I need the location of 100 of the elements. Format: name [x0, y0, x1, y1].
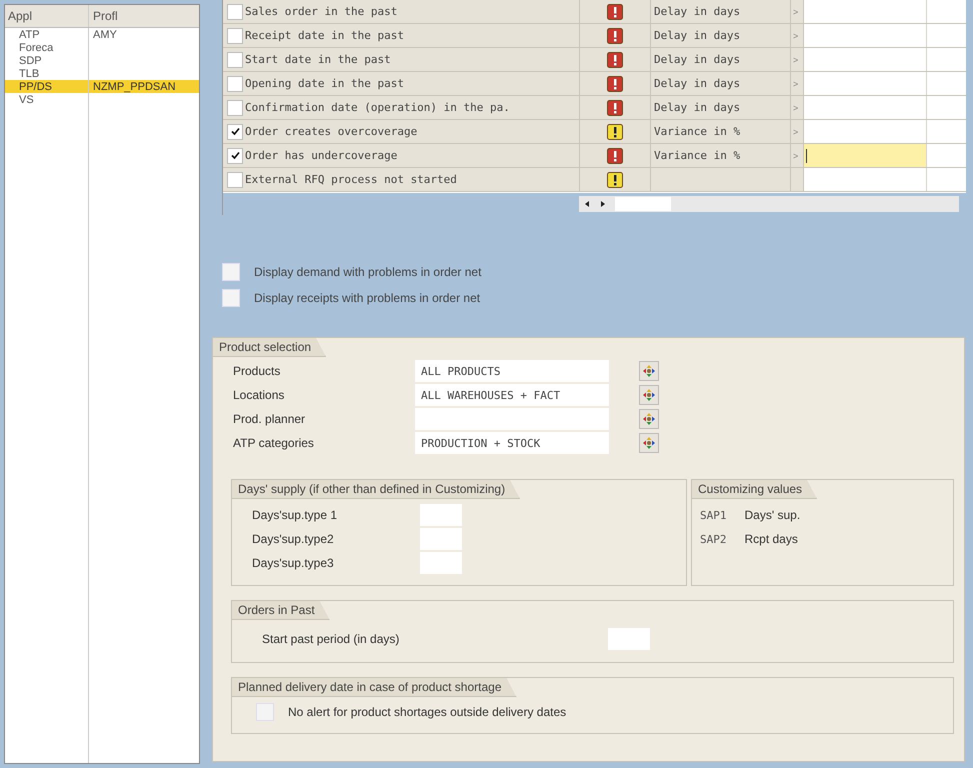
profile-row[interactable]: SDP: [5, 54, 199, 67]
arrows-icon: [642, 388, 656, 402]
operator-text: >: [792, 6, 798, 16]
column-header: Profl: [92, 8, 119, 25]
error-icon: [607, 4, 623, 20]
value-input[interactable]: [804, 48, 927, 71]
checkbox[interactable]: [227, 100, 243, 116]
multiple-selection-button[interactable]: [639, 409, 659, 429]
operator-text: >: [792, 54, 798, 64]
value-input[interactable]: [804, 24, 927, 47]
table-cell: [927, 144, 966, 167]
checkbox[interactable]: [227, 4, 243, 20]
value-input[interactable]: [804, 96, 927, 119]
option-label: Display receipts with problems in order net: [254, 291, 480, 305]
field-label: Days'sup.type3: [252, 556, 335, 570]
input-field[interactable]: [420, 504, 462, 526]
table-cell: [927, 48, 966, 71]
option-label: No alert for product shortages outside delivery dates: [288, 705, 566, 719]
profile-row[interactable]: ATP AMY: [5, 28, 199, 41]
alert-label: Opening date in the past: [245, 77, 404, 90]
checkbox[interactable]: [227, 76, 243, 92]
field-label: Products: [233, 364, 282, 378]
field-label: Locations: [233, 388, 286, 402]
criterion-text: Delay in days: [654, 101, 740, 114]
input-field[interactable]: ALL WAREHOUSES + FACT: [415, 384, 609, 406]
table-cell: [927, 72, 966, 95]
input-field[interactable]: ALL PRODUCTS: [415, 360, 609, 382]
table-cell: [927, 0, 966, 23]
error-icon: [607, 100, 623, 116]
alert-label: Sales order in the past: [245, 5, 398, 18]
group-title: Customizing values: [692, 480, 818, 499]
option-label: Display demand with problems in order net: [254, 265, 482, 279]
alert-label: Order creates overcoverage: [245, 125, 418, 138]
criterion-text: Delay in days: [654, 5, 740, 18]
criterion-text: Variance in %: [654, 125, 740, 138]
criterion-text: Delay in days: [654, 53, 740, 66]
scroll-left-icon[interactable]: [583, 200, 591, 208]
code-text: SAP1: [700, 508, 726, 522]
alert-label: Receipt date in the past: [245, 29, 404, 42]
error-icon: [607, 148, 623, 164]
value-text: Days' sup.: [744, 508, 800, 522]
input-field[interactable]: [420, 528, 462, 550]
input-field[interactable]: PRODUCTION + STOCK: [415, 432, 609, 454]
scroll-right-icon[interactable]: [599, 200, 607, 208]
checkbox[interactable]: [222, 263, 240, 281]
table-cell: [927, 24, 966, 47]
check-icon: [230, 151, 240, 160]
field-label: Prod. planner: [233, 412, 306, 426]
scroll-thumb[interactable]: [615, 197, 671, 211]
input-field[interactable]: [420, 552, 462, 574]
operator-text: >: [792, 102, 798, 112]
error-icon: [607, 28, 623, 44]
table-cell: [927, 96, 966, 119]
alert-label: Confirmation date (operation) in the pa.: [245, 101, 510, 114]
checkbox[interactable]: [227, 148, 243, 164]
group-title: Product selection: [213, 338, 326, 357]
value-input[interactable]: [804, 168, 927, 191]
warning-icon: [607, 172, 623, 188]
checkbox[interactable]: [227, 124, 243, 140]
checkbox[interactable]: [227, 52, 243, 68]
checkbox[interactable]: [227, 28, 243, 44]
operator-text: >: [792, 78, 798, 88]
horizontal-scrollbar[interactable]: [579, 196, 959, 212]
error-icon: [607, 76, 623, 92]
arrows-icon: [642, 436, 656, 450]
multiple-selection-button[interactable]: [639, 385, 659, 405]
alert-label: External RFQ process not started: [245, 173, 457, 186]
value-input[interactable]: [804, 0, 927, 23]
operator-text: >: [792, 30, 798, 40]
alert-label: Order has undercoverage: [245, 149, 398, 162]
value-input[interactable]: [804, 120, 927, 143]
profile-row[interactable]: VS: [5, 93, 199, 106]
alert-label: Start date in the past: [245, 53, 391, 66]
table-cell: [927, 120, 966, 143]
value-input[interactable]: [804, 72, 927, 95]
checkbox[interactable]: [227, 172, 243, 188]
check-icon: [230, 127, 240, 136]
group-title: Days' supply (if other than defined in Customizing): [232, 480, 520, 499]
value-input[interactable]: [804, 144, 927, 167]
group-title: Orders in Past: [232, 601, 330, 620]
field-label: ATP categories: [233, 436, 315, 450]
field-label: Start past period (in days): [262, 632, 400, 646]
arrows-icon: [642, 364, 656, 378]
profile-row[interactable]: PP/DS NZMP_PPDSAN: [5, 80, 199, 93]
field-label: Days'sup.type2: [252, 532, 335, 546]
value-text: Rcpt days: [744, 532, 798, 546]
code-text: SAP2: [700, 532, 726, 546]
multiple-selection-button[interactable]: [639, 433, 659, 453]
profile-row[interactable]: Foreca: [5, 41, 199, 54]
column-header: Appl: [5, 5, 89, 27]
criterion-text: Delay in days: [654, 77, 740, 90]
arrows-icon: [642, 412, 656, 426]
checkbox[interactable]: [222, 289, 240, 307]
input-field[interactable]: [608, 628, 650, 650]
criterion-text: Delay in days: [654, 29, 740, 42]
input-field[interactable]: [415, 408, 609, 430]
group-title: Planned delivery date in case of product shortage: [232, 678, 517, 697]
criterion-text: Variance in %: [654, 149, 740, 162]
multiple-selection-button[interactable]: [639, 361, 659, 381]
error-icon: [607, 52, 623, 68]
